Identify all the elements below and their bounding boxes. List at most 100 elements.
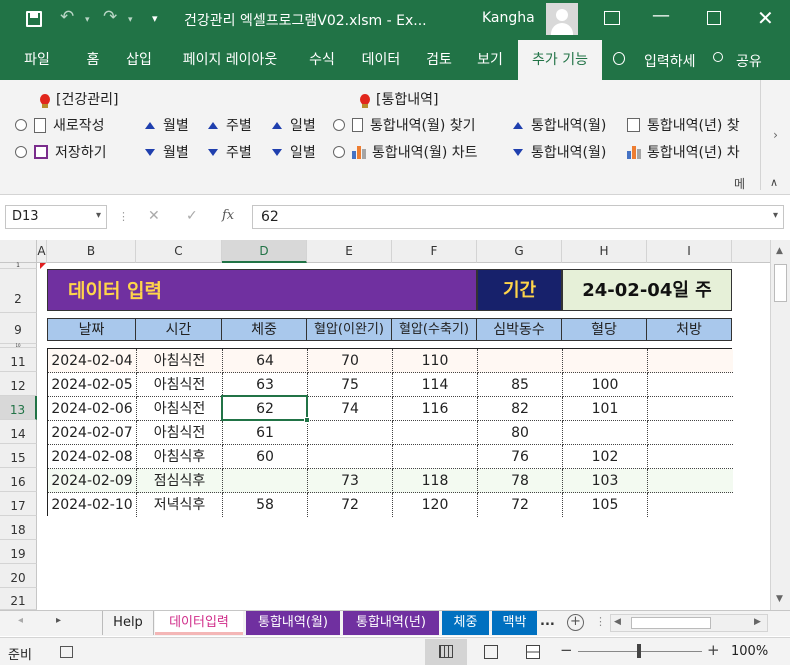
tab-weight[interactable]: 체중 — [442, 611, 489, 635]
row-header-20[interactable]: 20 — [0, 564, 37, 588]
cell-weight[interactable]: 64 — [223, 349, 308, 373]
cell-time[interactable]: 아침식전 — [137, 397, 223, 421]
cell-date[interactable]: 2024-02-09 — [48, 469, 137, 493]
expand-formula-icon[interactable]: ▾ — [773, 210, 778, 221]
name-box[interactable]: D13 ▾ — [5, 205, 107, 229]
cell-date[interactable]: 2024-02-08 — [48, 445, 137, 469]
cell-prescription[interactable] — [648, 349, 733, 373]
next-sheet-icon[interactable]: ▸ — [56, 615, 61, 626]
tab-data-input[interactable]: 데이터입력 — [155, 611, 243, 635]
active-cell-d13[interactable] — [221, 395, 308, 421]
insert-function-icon[interactable]: fx — [222, 208, 234, 223]
cell-heart-rate[interactable]: 76 — [478, 445, 563, 469]
cell-blood-sugar[interactable]: 102 — [563, 445, 648, 469]
column-header-d[interactable]: D — [222, 240, 307, 263]
summary-monthly-down-button[interactable]: 통합내역(월) — [513, 142, 606, 162]
scroll-left-icon[interactable]: ◀ — [614, 617, 621, 627]
cell-date[interactable]: 2024-02-05 — [48, 373, 137, 397]
normal-view-icon[interactable] — [425, 639, 467, 665]
find-yearly-button[interactable]: 통합내역(년) 찾 — [627, 115, 740, 135]
cell-date[interactable]: 2024-02-10 — [48, 493, 137, 517]
person-icon[interactable] — [713, 52, 723, 62]
column-header-c[interactable]: C — [136, 240, 222, 263]
cell-diastolic[interactable] — [308, 421, 393, 445]
tab-home[interactable]: 홈 — [76, 40, 110, 80]
cell-time[interactable]: 아침식전 — [137, 373, 223, 397]
cell-date[interactable]: 2024-02-04 — [48, 349, 137, 373]
page-break-view-icon[interactable] — [526, 645, 540, 659]
row-header-9[interactable]: 9 — [0, 313, 37, 344]
horizontal-scrollbar[interactable]: ◀ ▶ — [610, 614, 768, 632]
select-all-corner[interactable] — [0, 240, 37, 263]
save-button[interactable]: 저장하기 — [15, 142, 107, 162]
formula-input[interactable]: 62 ▾ — [252, 205, 784, 229]
cell-systolic[interactable] — [393, 421, 478, 445]
cell-systolic[interactable]: 114 — [393, 373, 478, 397]
tab-summary-monthly[interactable]: 통합내역(월) — [246, 611, 340, 635]
cell-time[interactable]: 아침식전 — [137, 421, 223, 445]
close-icon[interactable]: ✕ — [757, 6, 774, 30]
cell-date[interactable]: 2024-02-07 — [48, 421, 137, 445]
cell-blood-sugar[interactable] — [563, 349, 648, 373]
tab-review[interactable]: 검토 — [418, 40, 460, 80]
row-header-16[interactable]: 16 — [0, 468, 37, 492]
cell-prescription[interactable] — [648, 373, 733, 397]
cell-diastolic[interactable]: 70 — [308, 349, 393, 373]
daily-up-button[interactable]: 일별 — [272, 115, 316, 135]
maximize-icon[interactable] — [707, 11, 721, 25]
zoom-slider-thumb[interactable] — [637, 644, 641, 658]
tab-insert[interactable]: 삽입 — [118, 40, 160, 80]
column-header-h[interactable]: H — [562, 240, 647, 263]
redo-dropdown-icon[interactable]: ▾ — [128, 15, 133, 25]
cell-weight[interactable]: 63 — [223, 373, 308, 397]
save-quick-icon[interactable] — [26, 11, 42, 27]
cell-prescription[interactable] — [648, 445, 733, 469]
fill-handle-icon[interactable] — [304, 417, 310, 423]
cell-time[interactable]: 아침식후 — [137, 445, 223, 469]
column-header-f[interactable]: F — [392, 240, 477, 263]
find-monthly-button[interactable]: 통합내역(월) 찾기 — [333, 115, 476, 135]
zoom-out-icon[interactable]: − — [560, 641, 573, 659]
row-header-13[interactable]: 13 — [0, 396, 37, 420]
row-header-14[interactable]: 14 — [0, 420, 37, 444]
daily-down-button[interactable]: 일별 — [272, 142, 316, 162]
cell-heart-rate[interactable]: 72 — [478, 493, 563, 517]
ribbon-display-icon[interactable] — [604, 11, 620, 25]
row-header-11[interactable]: 11 — [0, 348, 37, 372]
row-header-15[interactable]: 15 — [0, 444, 37, 468]
cell-heart-rate[interactable]: 78 — [478, 469, 563, 493]
cell-prescription[interactable] — [648, 469, 733, 493]
cell-weight[interactable]: 58 — [223, 493, 308, 517]
customize-toolbar-icon[interactable]: ▾ — [152, 12, 158, 25]
cell-blood-sugar[interactable]: 103 — [563, 469, 648, 493]
row-header-19[interactable]: 19 — [0, 540, 37, 564]
prev-sheet-icon[interactable]: ◂ — [18, 615, 23, 626]
cell-diastolic[interactable] — [308, 445, 393, 469]
cell-blood-sugar[interactable] — [563, 421, 648, 445]
cell-diastolic[interactable]: 72 — [308, 493, 393, 517]
cell-time[interactable]: 저녁식후 — [137, 493, 223, 517]
cell-date[interactable]: 2024-02-06 — [48, 397, 137, 421]
cell-systolic[interactable] — [393, 445, 478, 469]
cell-weight[interactable]: 60 — [223, 445, 308, 469]
sheet-scroll-divider-icon[interactable]: ⋮ — [595, 615, 606, 628]
redo-icon[interactable]: ↷ — [103, 7, 117, 27]
monthly-up-button[interactable]: 월별 — [145, 115, 189, 135]
row-header-21[interactable]: 21 — [0, 588, 37, 610]
cell-blood-sugar[interactable]: 101 — [563, 397, 648, 421]
cell-weight[interactable]: 61 — [223, 421, 308, 445]
row-header-12[interactable]: 12 — [0, 372, 37, 396]
cell-heart-rate[interactable]: 82 — [478, 397, 563, 421]
user-name[interactable]: Kangha — [482, 10, 535, 26]
avatar[interactable] — [546, 3, 578, 35]
tab-formulas[interactable]: 수식 — [300, 40, 344, 80]
h-scroll-thumb[interactable] — [631, 617, 711, 629]
tab-file[interactable]: 파일 — [12, 40, 62, 80]
undo-dropdown-icon[interactable]: ▾ — [85, 15, 90, 25]
collapse-ribbon-icon[interactable]: ∧ — [770, 176, 778, 189]
cell-prescription[interactable] — [648, 493, 733, 517]
scroll-right-icon[interactable]: ▶ — [754, 617, 761, 627]
vertical-scrollbar[interactable]: ▲ ▼ — [770, 240, 790, 610]
column-header-b[interactable]: B — [47, 240, 136, 263]
weekly-up-button[interactable]: 주별 — [208, 115, 252, 135]
